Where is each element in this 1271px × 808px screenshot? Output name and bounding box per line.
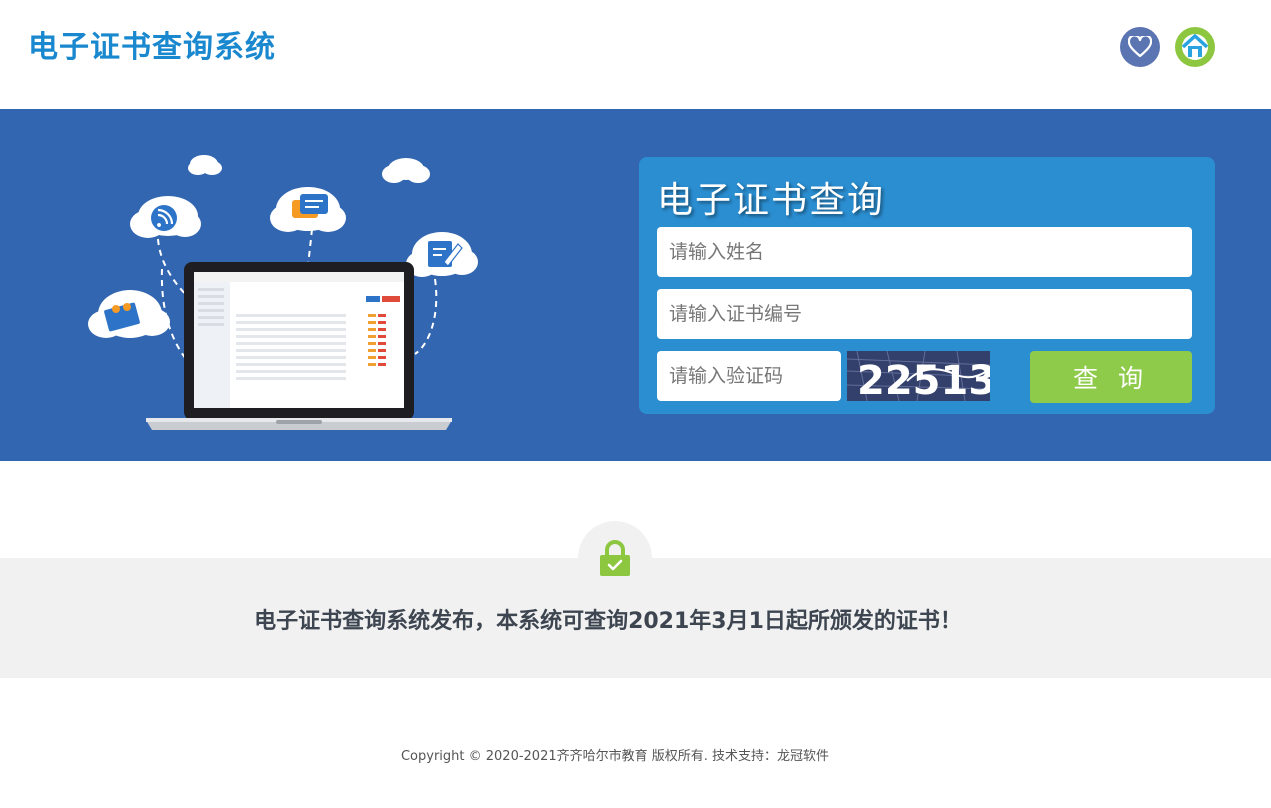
- site-title: 电子证书查询系统: [28, 30, 276, 65]
- heart-icon: [1128, 36, 1152, 58]
- favorite-button[interactable]: [1120, 27, 1160, 67]
- page-header: 电子证书查询系统: [0, 0, 1271, 109]
- home-icon: [1181, 34, 1209, 60]
- query-button[interactable]: 查 询: [1030, 351, 1192, 403]
- lock-check-icon: [600, 540, 630, 576]
- certificate-query-panel: 电子证书查询 22513 查 询: [639, 157, 1215, 414]
- captcha-text: 22513: [857, 358, 990, 401]
- laptop-cloud-illustration: [88, 155, 478, 430]
- verification-code-input[interactable]: [657, 351, 841, 401]
- panel-title: 电子证书查询: [657, 180, 886, 221]
- footer-copyright: Copyright © 2020-2021齐齐哈尔市教育 版权所有. 技术支持：…: [400, 749, 830, 764]
- notice-text: 电子证书查询系统发布，本系统可查询2021年3月1日起所颁发的证书！: [254, 609, 962, 634]
- search-banner: 电子证书查询 22513 查 询: [0, 109, 1271, 461]
- home-button[interactable]: [1175, 27, 1215, 67]
- captcha-image[interactable]: 22513: [847, 351, 990, 401]
- certificate-number-input[interactable]: [657, 289, 1192, 339]
- name-input[interactable]: [657, 227, 1192, 277]
